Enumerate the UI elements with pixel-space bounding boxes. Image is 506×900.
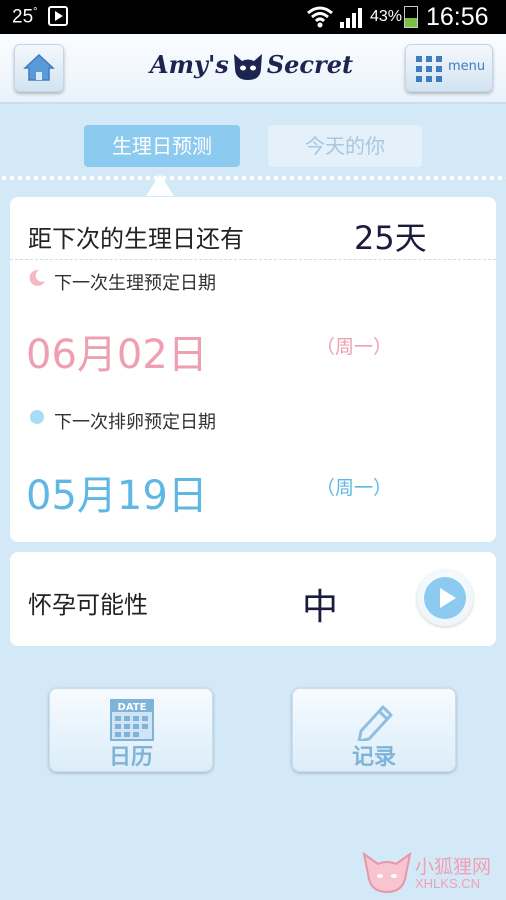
next-period-weekday: （周一） — [316, 336, 393, 358]
calendar-icon-text: DATE — [118, 702, 147, 713]
crescent-moon-icon — [29, 269, 45, 286]
cat-icon — [233, 53, 262, 80]
pregnancy-possibility-label: 怀孕可能性 — [28, 591, 148, 619]
next-period-label: 下一次生理预定日期 — [54, 273, 216, 294]
battery-icon — [404, 6, 418, 28]
calendar-button[interactable]: DATE 日历 — [49, 688, 213, 772]
play-store-notification-icon — [48, 6, 68, 26]
status-bar: 25° 43% 16:56 — [0, 0, 506, 34]
calendar-icon: DATE — [110, 699, 154, 741]
calendar-label: 日历 — [108, 745, 153, 770]
days-until-value: 25天 — [354, 219, 427, 257]
pencil-icon — [357, 705, 393, 741]
forecast-card: 距下次的生理日还有 25天 下一次生理预定日期 06月02日 （周一） 下一次排… — [10, 197, 496, 542]
grid-menu-icon — [416, 56, 442, 82]
days-until-label: 距下次的生理日还有 — [28, 225, 244, 253]
tab-period-forecast[interactable]: 生理日预测 — [84, 125, 240, 167]
menu-button[interactable]: menu — [405, 44, 493, 92]
dashed-divider — [10, 259, 496, 260]
pregnancy-detail-button[interactable] — [417, 570, 473, 626]
pregnancy-possibility-value: 中 — [302, 587, 339, 628]
clock: 16:56 — [426, 3, 489, 31]
next-ovulation-weekday: （周一） — [316, 477, 393, 499]
fox-logo-icon — [362, 851, 412, 894]
watermark-title: 小狐狸网 — [415, 856, 492, 878]
next-ovulation-date: 05月19日 — [26, 473, 208, 519]
battery-percentage: 43% — [370, 8, 403, 25]
home-icon — [23, 53, 55, 81]
dotted-divider — [0, 175, 506, 181]
app-header: Amy's Secret menu — [0, 34, 506, 104]
next-ovulation-label: 下一次排卵预定日期 — [54, 412, 216, 433]
watermark-domain: XHLKS.CN — [415, 876, 481, 891]
active-tab-pointer — [146, 174, 174, 196]
menu-label: menu — [448, 59, 486, 74]
home-button[interactable] — [14, 44, 64, 92]
tab-bar: 生理日预测 今天的你 — [0, 104, 506, 180]
temperature-indicator: 25° — [12, 6, 38, 28]
wifi-icon — [307, 6, 333, 28]
droplet-icon — [30, 410, 44, 424]
next-period-date: 06月02日 — [26, 332, 208, 378]
pregnancy-card: 怀孕可能性 中 — [10, 552, 496, 646]
tab-today[interactable]: 今天的你 — [268, 125, 422, 167]
app-logo: Amy's Secret — [150, 50, 360, 90]
signal-strength-icon — [340, 8, 362, 28]
record-button[interactable]: 记录 — [292, 688, 456, 772]
record-label: 记录 — [351, 745, 396, 770]
play-arrow-icon — [424, 577, 466, 619]
